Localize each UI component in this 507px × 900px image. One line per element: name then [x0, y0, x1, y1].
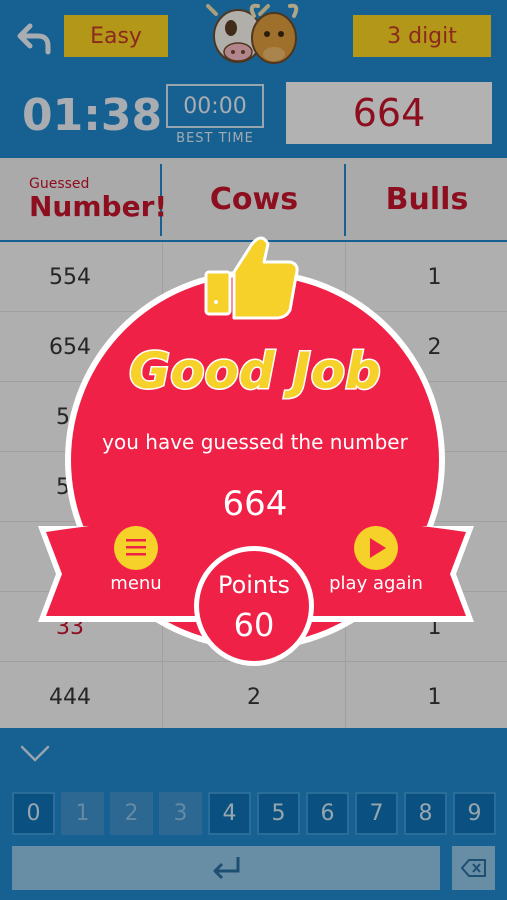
thumbs-up-icon: [204, 236, 299, 320]
menu-label[interactable]: menu: [96, 573, 176, 594]
points-label: Points: [217, 571, 291, 599]
guessed-number: 664: [222, 484, 288, 524]
menu-icon: [126, 539, 146, 556]
popup-title: Good Job: [129, 342, 381, 400]
play-again-label[interactable]: play again: [320, 573, 432, 594]
game-screen: Easy 3 digit 01:38 00:00 BEST TIME 664 G…: [0, 0, 507, 900]
points-value: 60: [233, 606, 275, 644]
popup-subtitle: you have guessed the number: [102, 430, 408, 454]
